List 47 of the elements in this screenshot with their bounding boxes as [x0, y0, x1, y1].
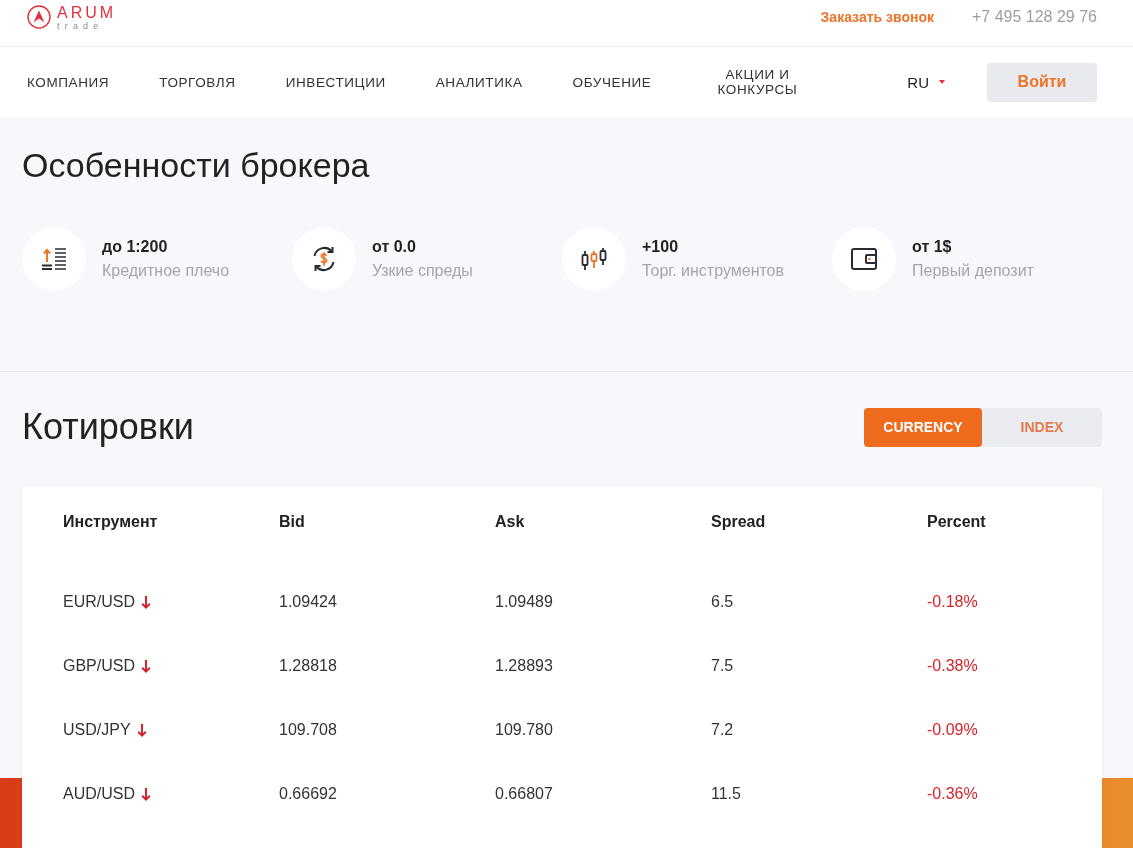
nav-link[interactable]: ИНВЕСТИЦИИ: [285, 74, 386, 90]
feature-label: Узкие спреды: [372, 261, 473, 281]
spread-cell: 11.5: [711, 784, 741, 804]
nav-link[interactable]: АКЦИИ И КОНКУРСЫ: [701, 67, 814, 97]
ask-cell: 0.66807: [495, 784, 553, 804]
feature-value: +100: [642, 237, 679, 256]
column-header: Инструмент: [63, 512, 158, 532]
column-header: Bid: [279, 512, 305, 532]
language-selector[interactable]: RU: [907, 73, 945, 91]
spread-cell: 7.5: [711, 656, 734, 676]
ask-cell: 109.780: [495, 720, 553, 740]
feature-value: от 0.0: [372, 237, 416, 256]
instrument-cell: USD/JPY: [63, 720, 131, 740]
bid-cell: 1.28818: [279, 656, 337, 676]
nav-link[interactable]: КОМПАНИЯ: [27, 74, 110, 90]
instrument-cell: AUD/USD: [63, 784, 135, 804]
bid-cell: 109.708: [279, 720, 337, 740]
column-header: Spread: [711, 512, 766, 532]
ask-cell: 1.28893: [495, 656, 553, 676]
phone-number: +7 495 128 29 76: [972, 7, 1097, 27]
section-title: Котировки: [22, 405, 194, 449]
section-title: Особенности брокера: [22, 145, 370, 185]
nav-link[interactable]: ОБУЧЕНИЕ: [572, 74, 652, 90]
feature-label: Торг. инструментов: [642, 261, 784, 281]
instrument-cell: EUR/USD: [63, 592, 135, 612]
percent-cell: -0.09%: [927, 720, 978, 740]
percent-cell: -0.36%: [927, 784, 978, 804]
nav-link[interactable]: АНАЛИТИКА: [435, 74, 523, 90]
column-header: Ask: [495, 512, 525, 532]
spread-cell: 6.5: [711, 592, 734, 612]
logo-text[interactable]: ARUM: [57, 5, 117, 21]
ask-cell: 1.09489: [495, 592, 553, 612]
caret-icon: [939, 80, 945, 84]
percent-cell: -0.18%: [927, 592, 978, 612]
column-header: Percent: [927, 512, 986, 532]
feature-label: Первый депозит: [912, 261, 1034, 281]
spread-cell: 7.2: [711, 720, 734, 740]
feature-label: Кредитное плечо: [102, 261, 230, 281]
logo-tagline: trade: [57, 21, 105, 31]
percent-cell: -0.38%: [927, 656, 978, 676]
bid-cell: 1.09424: [279, 592, 337, 612]
instrument-cell: GBP/USD: [63, 656, 135, 676]
bid-cell: 0.66692: [279, 784, 337, 804]
nav-link[interactable]: ТОРГОВЛЯ: [159, 74, 236, 90]
logo-icon: [27, 5, 51, 29]
feature-value: до 1:200: [102, 237, 168, 256]
feature-value: от 1$: [912, 237, 952, 256]
